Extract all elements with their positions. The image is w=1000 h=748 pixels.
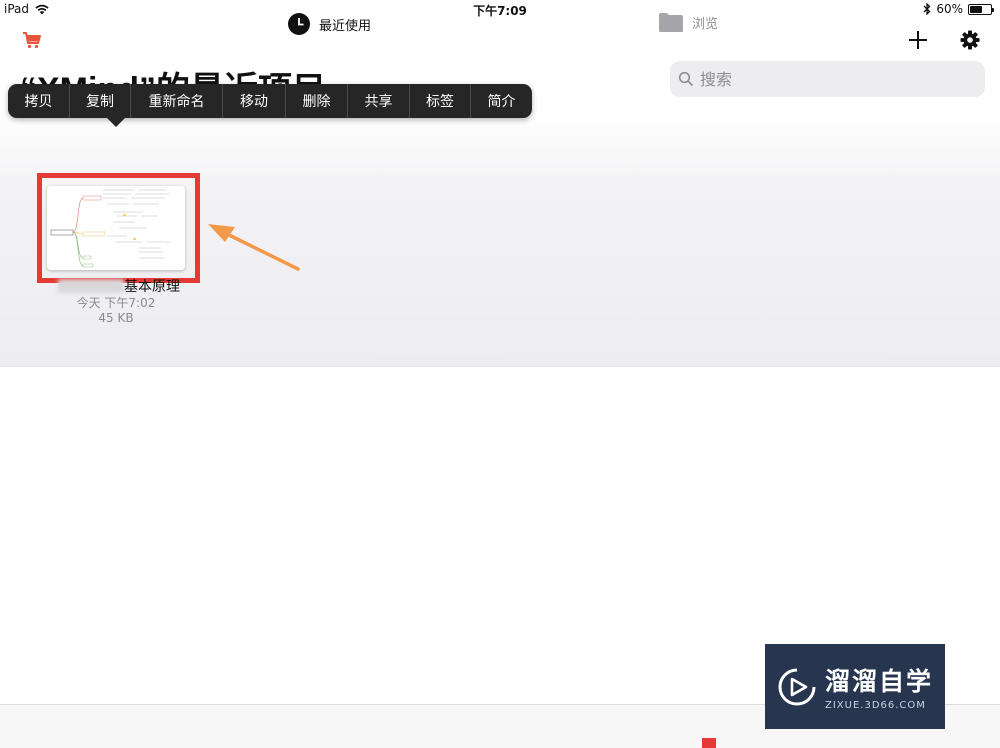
add-button[interactable] xyxy=(906,28,930,52)
search-input[interactable] xyxy=(700,69,960,89)
bluetooth-icon xyxy=(923,3,931,15)
menu-item-info[interactable]: 简介 xyxy=(471,84,532,118)
tab-recent[interactable]: 最近使用 xyxy=(287,12,371,36)
clock-icon xyxy=(288,13,310,35)
file-date: 今天 下午7:02 xyxy=(76,296,156,310)
battery-icon xyxy=(968,3,994,15)
file-name[interactable]: 基本原理 xyxy=(124,276,180,296)
battery-percent: 60% xyxy=(936,2,963,16)
menu-item-share[interactable]: 共享 xyxy=(348,84,410,118)
menu-item-tags[interactable]: 标签 xyxy=(410,84,471,118)
context-menu: 拷贝 复制 重新命名 移动 删除 共享 标签 简介 xyxy=(8,84,532,118)
cart-icon[interactable] xyxy=(22,30,42,50)
menu-item-rename[interactable]: 重新命名 xyxy=(131,84,223,118)
status-time: 下午7:09 xyxy=(473,4,527,18)
status-bar: iPad 下午7:09 60% xyxy=(0,0,1000,20)
menu-item-duplicate[interactable]: 复制 xyxy=(70,84,131,118)
watermark-title: 溜溜自学 xyxy=(825,667,934,696)
folder-icon xyxy=(659,13,683,32)
settings-gear-icon[interactable] xyxy=(958,28,982,52)
menu-item-delete[interactable]: 删除 xyxy=(286,84,348,118)
tab-browse[interactable]: 浏览 xyxy=(658,12,718,33)
watermark-subtitle: ZIXUE.3D66.COM xyxy=(825,700,926,711)
file-size: 45 KB xyxy=(98,311,134,325)
mindmap-preview-image xyxy=(50,189,171,268)
tab-browse-label: 浏览 xyxy=(692,17,719,32)
tab-recent-label: 最近使用 xyxy=(319,18,372,34)
search-bar[interactable] xyxy=(670,61,985,97)
red-marker xyxy=(702,738,716,748)
blurred-filename-part xyxy=(58,279,124,293)
menu-item-copy[interactable]: 拷贝 xyxy=(8,84,70,118)
search-icon xyxy=(678,71,694,87)
annotation-arrow-icon xyxy=(208,224,300,271)
watermark: 溜溜自学 ZIXUE.3D66.COM xyxy=(765,644,945,729)
battery-level xyxy=(970,5,982,13)
xmind-recent-screen: iPad 下午7:09 60% 搜索 基本原理 今天 下午7:02 45 KB … xyxy=(0,0,1000,748)
context-menu-pointer xyxy=(106,117,126,127)
menu-item-move[interactable]: 移动 xyxy=(223,84,286,118)
play-logo-icon xyxy=(778,668,816,705)
file-thumbnail[interactable] xyxy=(47,186,185,270)
